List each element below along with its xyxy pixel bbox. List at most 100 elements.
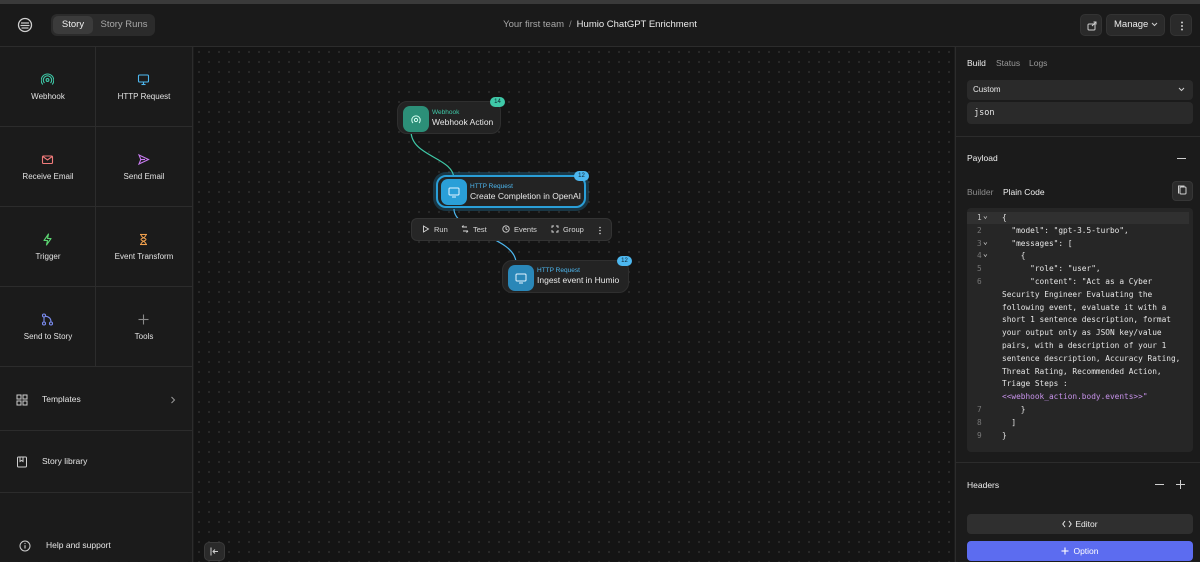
events-icon [502, 225, 510, 233]
node-icon-box [441, 179, 467, 205]
node-type: HTTP Request [537, 267, 580, 274]
add-option-button[interactable]: Option [967, 541, 1193, 561]
share-icon [1087, 21, 1097, 31]
node-type: Webhook [432, 109, 460, 116]
tile-label: Webhook [31, 92, 65, 101]
chevron-down-icon [1178, 87, 1185, 92]
manage-label: Manage [1114, 19, 1149, 30]
chevron-down-icon [1151, 22, 1158, 27]
send-icon [137, 153, 150, 166]
tab-plain-code[interactable]: Plain Code [1003, 187, 1045, 197]
action-palette: Webhook HTTP Request Receive Email Send … [0, 47, 193, 562]
copy-icon [1178, 185, 1187, 195]
copy-button[interactable] [1172, 181, 1193, 201]
collapse-payload-icon[interactable] [1177, 158, 1186, 159]
test-button[interactable]: Test [461, 225, 487, 234]
monitor-icon [448, 187, 460, 198]
tile-event-transform[interactable]: Event Transform [96, 207, 193, 287]
node-action-toolbar: Run Test Events Group [411, 218, 612, 241]
code-text: short 1 sentence description, format [1002, 315, 1171, 325]
divider [956, 136, 1200, 137]
content-type-input[interactable]: json [967, 102, 1193, 124]
events-button[interactable]: Events [502, 225, 537, 234]
code-text: } [1002, 430, 1007, 440]
collapse-headers-icon[interactable] [1155, 484, 1164, 485]
play-icon [423, 225, 430, 233]
run-button[interactable]: Run [423, 225, 448, 234]
tile-label: Send to Story [23, 332, 73, 341]
chevron-right-icon [171, 396, 176, 404]
event-count-badge: 12 [574, 171, 589, 181]
test-icon [461, 225, 469, 233]
tile-http-request[interactable]: HTTP Request [96, 47, 193, 127]
sidebar-row-help[interactable]: Help and support [0, 521, 193, 562]
editor-button[interactable]: Editor [967, 514, 1193, 534]
mail-icon [41, 155, 54, 165]
top-bar: Story Story Runs Your first team / Humio C… [0, 4, 1200, 47]
sidebar-row-story-library[interactable]: Story library [0, 431, 193, 493]
tab-status[interactable]: Status [996, 58, 1020, 68]
git-merge-icon [41, 313, 54, 326]
code-text: { [1002, 213, 1007, 222]
tile-tools[interactable]: Tools [96, 287, 193, 367]
fold-chevron-icon[interactable]: ⌄ [983, 237, 988, 246]
tile-label: Send Email [123, 172, 165, 181]
sidebar-row-templates[interactable]: Templates [0, 369, 193, 431]
editor-label: Editor [1075, 519, 1098, 529]
manage-button[interactable]: Manage [1106, 14, 1165, 36]
payload-code-editor[interactable]: 1 ⌄{2 "model": "gpt-3.5-turbo", 3 ⌄ "messag… [967, 208, 1193, 452]
code-text: following event, evaluate it with a [1002, 302, 1167, 312]
option-label: Option [1073, 546, 1099, 556]
story-canvas[interactable]: Webhook Webhook Action 14 HTTP Request C… [194, 47, 954, 562]
code-text: "messages": [ [1002, 238, 1073, 248]
collapse-sidebar-button[interactable] [204, 542, 225, 561]
tile-send-to-story[interactable]: Send to Story [0, 287, 96, 367]
tile-send-email[interactable]: Send Email [96, 127, 193, 207]
tile-webhook[interactable]: Webhook [0, 47, 96, 127]
help-icon [19, 540, 31, 552]
code-text: Triage Steps : [1002, 379, 1068, 389]
more-vertical-icon [1181, 21, 1183, 31]
line-number: 9 [977, 430, 982, 440]
sidebar-row-label: Story library [42, 456, 88, 466]
grid-icon [16, 394, 28, 406]
code-text: <<webhook_action.body.events>>" [1002, 392, 1148, 402]
more-vertical-icon[interactable] [597, 225, 603, 236]
code-text: { [1002, 251, 1026, 261]
breadcrumb-separator: / [569, 19, 572, 30]
tab-logs[interactable]: Logs [1029, 58, 1047, 68]
monitor-icon [515, 273, 527, 284]
node-webhook-action[interactable]: Webhook Webhook Action 14 [397, 97, 505, 134]
toolbar-label: Run [434, 225, 448, 234]
code-text: "model": "gpt-3.5-turbo", [1002, 225, 1129, 235]
book-icon [17, 456, 27, 468]
fold-chevron-icon[interactable]: ⌄ [983, 249, 988, 258]
tile-label: Trigger [35, 252, 61, 261]
event-count-badge: 12 [617, 256, 632, 266]
code-text: sentence description, Accuracy Rating, [1002, 353, 1181, 363]
tile-label: Event Transform [114, 252, 174, 261]
share-button[interactable] [1080, 14, 1102, 36]
tab-builder[interactable]: Builder [967, 187, 993, 197]
connector-webhook-to-openai [410, 130, 455, 180]
node-create-completion-openai[interactable]: HTTP Request Create Completion in OpenAI… [436, 171, 589, 208]
code-text: } [1002, 405, 1026, 414]
event-count-badge: 14 [490, 97, 505, 107]
code-text: "content": "Act as a Cyber [1002, 277, 1153, 286]
add-header-icon[interactable] [1176, 480, 1185, 489]
current-line-highlight [967, 212, 1189, 224]
more-menu-button[interactable] [1170, 14, 1192, 36]
tile-receive-email[interactable]: Receive Email [0, 127, 96, 207]
toolbar-label: Test [473, 225, 487, 234]
breadcrumb-team[interactable]: Your first team [503, 19, 564, 30]
tab-build[interactable]: Build [967, 58, 986, 68]
webhook-icon [41, 73, 54, 85]
tile-trigger[interactable]: Trigger [0, 207, 96, 287]
tile-label: Tools [134, 332, 154, 341]
fold-chevron-icon[interactable]: ⌄ [983, 211, 988, 220]
node-ingest-event-humio[interactable]: HTTP Request Ingest event in Humio 12 [502, 256, 632, 293]
payload-heading: Payload [967, 153, 998, 163]
content-type-select[interactable]: Custom [967, 80, 1193, 100]
group-button[interactable]: Group [551, 225, 584, 234]
line-number: 7 [977, 405, 982, 414]
